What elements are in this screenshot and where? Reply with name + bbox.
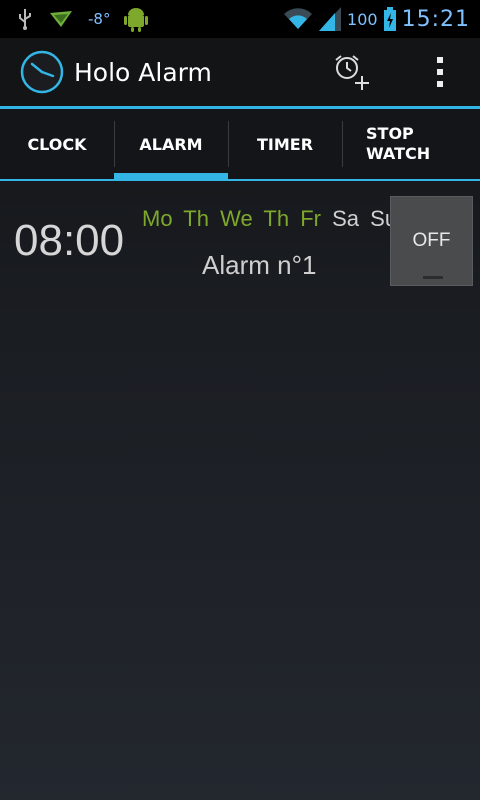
- toggle-state-text: OFF: [412, 230, 451, 251]
- day-saturday: Sa: [332, 206, 360, 231]
- overflow-dot-icon: [437, 69, 443, 75]
- tab-label: CLOCK: [27, 134, 87, 154]
- tab-label: STOP WATCH: [366, 124, 431, 163]
- wifi-icon: [284, 8, 313, 30]
- tab-bar: CLOCK ALARM TIMER STOP WATCH: [0, 109, 480, 181]
- alarm-list-item[interactable]: 08:00 Mo Th We Th Fr Sa Su Alarm n°1 OFF: [0, 192, 480, 292]
- temperature-text: -8°: [88, 10, 111, 28]
- alarm-label: Alarm n°1: [202, 250, 317, 280]
- android-debug-icon: [124, 8, 149, 32]
- tab-timer[interactable]: TIMER: [228, 109, 342, 179]
- notification-icons: -8°: [0, 6, 149, 32]
- day-thursday: Th: [263, 206, 290, 231]
- tab-stopwatch[interactable]: STOP WATCH: [342, 109, 480, 179]
- overflow-dot-icon: [437, 57, 443, 63]
- app-title: Holo Alarm: [74, 57, 212, 87]
- status-bar: -8° 100 15:21: [0, 0, 480, 38]
- weather-icon: [50, 11, 72, 27]
- system-icons: 100 15:21: [283, 7, 480, 32]
- alarm-time: 08:00: [14, 216, 125, 265]
- day-friday: Fr: [300, 206, 321, 231]
- add-alarm-icon[interactable]: [332, 52, 372, 92]
- tab-selected-indicator: [114, 173, 228, 181]
- clock-text: 15:21: [401, 6, 470, 32]
- day-wednesday: We: [220, 206, 253, 231]
- toggle-indicator: [423, 276, 443, 279]
- battery-charging-icon: [383, 7, 396, 31]
- clock-app-icon[interactable]: [20, 50, 64, 94]
- tab-label: TIMER: [256, 134, 314, 154]
- overflow-dot-icon: [437, 81, 443, 87]
- usb-icon: [19, 9, 31, 30]
- day-tuesday: Th: [183, 206, 209, 231]
- action-bar: Holo Alarm: [0, 38, 480, 109]
- tab-clock[interactable]: CLOCK: [0, 109, 114, 179]
- battery-level-text: 100: [347, 9, 378, 29]
- alarm-days: Mo Th We Th Fr Sa Su: [142, 206, 402, 232]
- tab-alarm[interactable]: ALARM: [114, 109, 228, 181]
- alarm-toggle-button[interactable]: OFF: [390, 196, 473, 286]
- signal-icon: [319, 7, 342, 31]
- tab-label: ALARM: [139, 134, 203, 154]
- day-monday: Mo: [142, 206, 173, 231]
- overflow-menu-button[interactable]: [428, 52, 452, 92]
